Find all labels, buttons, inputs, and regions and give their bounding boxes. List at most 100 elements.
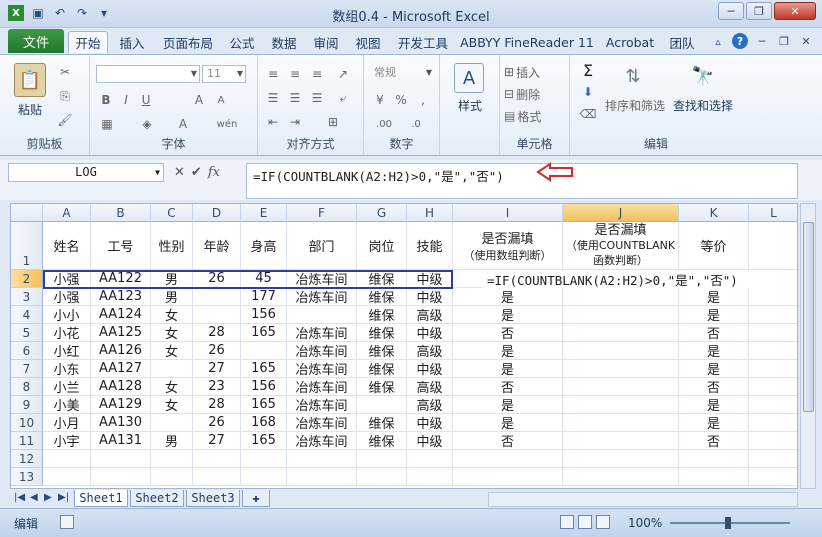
- table-cell[interactable]: AA126: [91, 342, 151, 360]
- page-break-view-icon[interactable]: [596, 515, 610, 529]
- table-cell[interactable]: 维保: [357, 342, 407, 360]
- table-cell[interactable]: 维保: [357, 360, 407, 378]
- table-cell[interactable]: 维保: [357, 414, 407, 432]
- row-header[interactable]: 9: [11, 396, 43, 414]
- font-name-combo[interactable]: ▼: [96, 65, 200, 83]
- formula-input[interactable]: =IF(COUNTBLANK(A2:H2)>0,"是","否"): [246, 163, 798, 199]
- insert-sheet-icon[interactable]: ✚: [242, 490, 270, 507]
- table-cell[interactable]: [91, 468, 151, 486]
- table-cell[interactable]: AA124: [91, 306, 151, 324]
- normal-view-icon[interactable]: [560, 515, 574, 529]
- table-cell[interactable]: [151, 450, 193, 468]
- increase-indent-icon[interactable]: ⇥: [286, 113, 304, 131]
- table-cell[interactable]: 是: [453, 288, 563, 306]
- table-cell[interactable]: 冶炼车间: [287, 270, 357, 288]
- sheet-tab-3[interactable]: Sheet3: [186, 490, 240, 507]
- font-grow-icon[interactable]: A: [190, 91, 208, 109]
- table-cell[interactable]: 女: [151, 342, 193, 360]
- header-missing-array[interactable]: 是否漏填 （使用数组判断）: [453, 222, 563, 270]
- table-cell[interactable]: 冶炼车间: [287, 432, 357, 450]
- decrease-indent-icon[interactable]: ⇤: [264, 113, 282, 131]
- header-skill[interactable]: 技能: [407, 222, 453, 270]
- row-header[interactable]: 12: [11, 450, 43, 468]
- table-cell[interactable]: 否: [679, 378, 749, 396]
- table-cell[interactable]: 小强: [43, 270, 91, 288]
- vertical-scrollbar[interactable]: [800, 203, 816, 489]
- table-cell[interactable]: 男: [151, 288, 193, 306]
- table-cell[interactable]: 小兰: [43, 378, 91, 396]
- orientation-icon[interactable]: ↗: [332, 65, 354, 83]
- table-cell[interactable]: 是: [679, 288, 749, 306]
- doc-restore-icon[interactable]: ❐: [776, 33, 792, 49]
- percent-icon[interactable]: %: [392, 91, 410, 109]
- table-cell[interactable]: [563, 288, 679, 306]
- decrease-decimal-icon[interactable]: .0: [402, 115, 430, 133]
- table-cell[interactable]: [357, 468, 407, 486]
- table-cell[interactable]: [749, 378, 797, 396]
- table-cell[interactable]: 高级: [407, 342, 453, 360]
- table-cell[interactable]: [749, 306, 797, 324]
- paste-label[interactable]: 粘贴: [8, 101, 52, 118]
- autosum-icon[interactable]: Σ: [578, 61, 598, 80]
- align-middle-icon[interactable]: ≡: [286, 65, 304, 83]
- table-cell[interactable]: 小美: [43, 396, 91, 414]
- header-gender[interactable]: 性别: [151, 222, 193, 270]
- delete-cells-button[interactable]: ⊟ 删除: [504, 85, 564, 103]
- italic-icon[interactable]: I: [118, 91, 134, 109]
- table-cell[interactable]: 中级: [407, 288, 453, 306]
- header-equivalent[interactable]: 等价: [679, 222, 749, 270]
- sheet-tab-2[interactable]: Sheet2: [130, 490, 184, 507]
- table-cell[interactable]: 168: [241, 414, 287, 432]
- header-height[interactable]: 身高: [241, 222, 287, 270]
- header-dept[interactable]: 部门: [287, 222, 357, 270]
- header-missing-countblank[interactable]: 是否漏填 （使用COUNTBLANK 函数判断）: [563, 222, 679, 270]
- align-right-icon[interactable]: ☰: [308, 89, 326, 107]
- font-shrink-icon[interactable]: A: [212, 91, 230, 109]
- editing-formula-cell[interactable]: =IF(COUNTBLANK(A2:H2)>0,"是","否"): [483, 270, 797, 288]
- table-cell[interactable]: 小红: [43, 342, 91, 360]
- table-cell[interactable]: [151, 360, 193, 378]
- table-cell[interactable]: AA128: [91, 378, 151, 396]
- table-cell[interactable]: [749, 288, 797, 306]
- tab-data[interactable]: 数据: [266, 31, 302, 53]
- table-cell[interactable]: 冶炼车间: [287, 360, 357, 378]
- table-cell[interactable]: 高级: [407, 378, 453, 396]
- macro-record-icon[interactable]: [60, 515, 74, 529]
- tab-review[interactable]: 审阅: [308, 31, 344, 53]
- name-box[interactable]: LOG ▼: [8, 163, 164, 182]
- copy-icon[interactable]: ⎘: [56, 87, 74, 105]
- table-cell[interactable]: [563, 414, 679, 432]
- table-cell[interactable]: 否: [453, 378, 563, 396]
- table-cell[interactable]: AA125: [91, 324, 151, 342]
- prev-sheet-icon[interactable]: ◀: [30, 492, 38, 503]
- table-cell[interactable]: 中级: [407, 270, 453, 288]
- wrap-text-icon[interactable]: ⤶: [332, 89, 354, 107]
- table-cell[interactable]: 否: [679, 432, 749, 450]
- tab-view[interactable]: 视图: [350, 31, 386, 53]
- table-cell[interactable]: 是: [679, 360, 749, 378]
- table-cell[interactable]: [563, 378, 679, 396]
- table-cell[interactable]: 小强: [43, 288, 91, 306]
- table-cell[interactable]: 冶炼车间: [287, 414, 357, 432]
- table-cell[interactable]: AA130: [91, 414, 151, 432]
- table-cell[interactable]: [91, 450, 151, 468]
- table-cell[interactable]: [241, 450, 287, 468]
- table-cell[interactable]: 冶炼车间: [287, 288, 357, 306]
- table-cell[interactable]: 23: [193, 378, 241, 396]
- select-all-corner[interactable]: [11, 204, 43, 222]
- table-cell[interactable]: 否: [453, 432, 563, 450]
- clear-icon[interactable]: ⌫: [578, 105, 598, 123]
- header-post[interactable]: 岗位: [357, 222, 407, 270]
- help-icon[interactable]: ?: [732, 33, 748, 49]
- table-cell[interactable]: 是: [453, 414, 563, 432]
- table-cell[interactable]: [193, 468, 241, 486]
- table-cell[interactable]: 27: [193, 360, 241, 378]
- table-cell[interactable]: 维保: [357, 270, 407, 288]
- header-id[interactable]: 工号: [91, 222, 151, 270]
- table-cell[interactable]: [563, 432, 679, 450]
- col-header-f[interactable]: F: [287, 204, 357, 222]
- table-cell[interactable]: [357, 450, 407, 468]
- ribbon-minimize-icon[interactable]: ▵: [710, 33, 726, 49]
- first-sheet-icon[interactable]: |◀: [14, 492, 25, 503]
- col-header-e[interactable]: E: [241, 204, 287, 222]
